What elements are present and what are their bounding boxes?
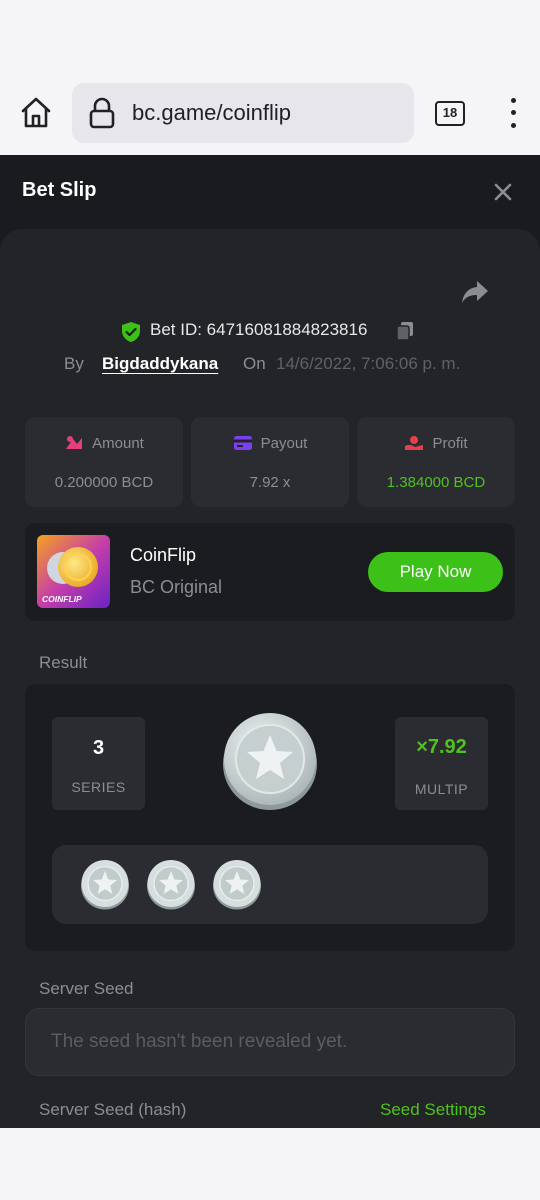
- stat-payout-value: 7.92 x: [249, 474, 291, 491]
- hand-coin-icon: [404, 435, 424, 451]
- coin-icon: [146, 859, 196, 910]
- by-label: By: [64, 354, 84, 373]
- card-icon: [233, 435, 253, 451]
- server-seed-hash-label: Server Seed (hash): [39, 1100, 187, 1119]
- amount-icon: [64, 435, 84, 451]
- page-title: Bet Slip: [22, 179, 97, 201]
- shield-check-icon: [121, 321, 141, 343]
- bet-details-card: Bet ID: 64716081884823816 By Bigdaddykan…: [0, 229, 540, 1128]
- result-label: Result: [39, 653, 88, 672]
- stat-payout-label: Payout: [260, 435, 308, 452]
- bet-id: Bet ID: 64716081884823816: [150, 320, 368, 339]
- stat-profit-label: Profit: [432, 435, 468, 452]
- stat-amount-label: Amount: [92, 435, 144, 452]
- game-thumbnail[interactable]: COINFLIP: [37, 535, 110, 608]
- game-subtitle: BC Original: [130, 577, 223, 597]
- series-label: SERIES: [71, 779, 126, 795]
- game-name: CoinFlip: [130, 545, 197, 565]
- coin-icon: [221, 711, 319, 811]
- stat-amount: Amount 0.200000 BCD: [25, 417, 183, 507]
- stat-payout: Payout 7.92 x: [191, 417, 349, 507]
- lock-icon: [88, 97, 116, 129]
- coin-icon: [212, 859, 262, 910]
- series-box: 3 SERIES: [52, 717, 145, 810]
- result-panel: 3 SERIES ×7.92 MULTIP: [25, 684, 515, 951]
- copy-icon[interactable]: [394, 320, 416, 342]
- server-seed-field[interactable]: The seed hasn't been revealed yet.: [25, 1008, 515, 1076]
- stat-profit: Profit 1.384000 BCD: [357, 417, 515, 507]
- multiplier-box: ×7.92 MULTIP: [395, 717, 488, 810]
- server-seed-label: Server Seed: [39, 979, 134, 998]
- username-link[interactable]: Bigdaddykana: [102, 354, 218, 374]
- tab-switcher-button[interactable]: 18: [435, 101, 465, 126]
- stat-amount-value: 0.200000 BCD: [54, 474, 154, 491]
- game-card: COINFLIP CoinFlip BC Original Play Now: [25, 523, 515, 621]
- coin-history-row: [52, 845, 488, 924]
- thumb-logo-text: COINFLIP: [42, 594, 82, 604]
- multiplier-value: ×7.92: [416, 736, 467, 758]
- bet-slip-page: Bet Slip Bet ID: 64716081884823816 By Bi…: [0, 155, 540, 1128]
- seed-settings-link[interactable]: Seed Settings: [380, 1100, 486, 1120]
- series-value: 3: [92, 737, 105, 759]
- bet-meta-row: By Bigdaddykana On 14/6/2022, 7:06:06 p.…: [0, 351, 540, 377]
- on-label: On: [243, 354, 266, 373]
- browser-toolbar: bc.game/coinflip 18: [0, 72, 540, 155]
- bet-date: 14/6/2022, 7:06:06 p. m.: [276, 354, 461, 373]
- stat-profit-value: 1.384000 BCD: [386, 474, 486, 491]
- coin-icon: [80, 859, 130, 910]
- url-text: bc.game/coinflip: [132, 100, 291, 125]
- play-now-button[interactable]: Play Now: [368, 552, 503, 592]
- share-icon[interactable]: [460, 279, 490, 305]
- address-bar[interactable]: bc.game/coinflip: [72, 83, 414, 143]
- more-menu-icon[interactable]: [502, 96, 526, 130]
- home-icon[interactable]: [18, 94, 54, 130]
- bet-id-row: Bet ID: 64716081884823816: [0, 317, 540, 345]
- multiplier-label: MULTIP: [414, 781, 469, 797]
- close-icon[interactable]: [490, 179, 516, 205]
